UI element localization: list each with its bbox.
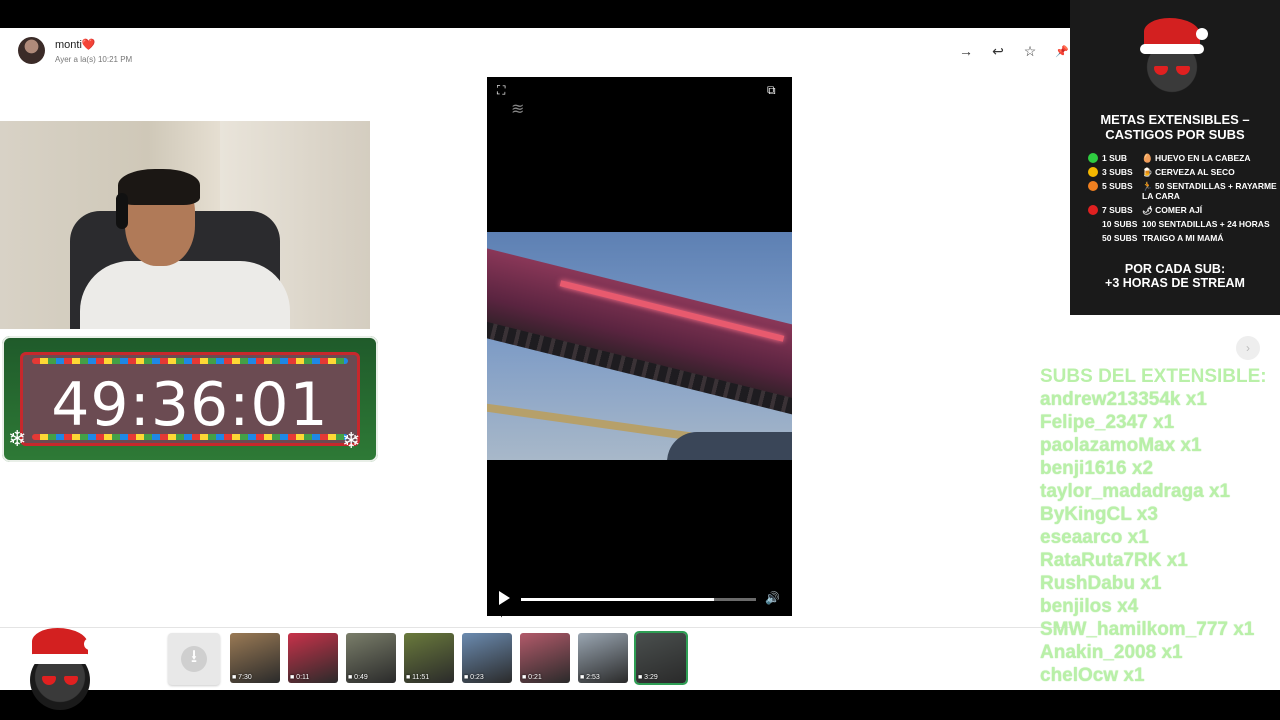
sub-entry: eseaarco x1 bbox=[1040, 527, 1149, 548]
sub-entry: RataRuta7RK x1 bbox=[1040, 550, 1188, 571]
seek-progress bbox=[521, 598, 714, 601]
sub-entry: SMW_hamilkom_777 x1 bbox=[1040, 619, 1255, 640]
mascot-logo bbox=[1140, 18, 1208, 100]
forward-icon[interactable]: → bbox=[956, 42, 976, 60]
message-sender[interactable]: monti❤️ Ayer a la(s) 10:21 PM bbox=[18, 37, 132, 64]
video-thumbnail[interactable]: ■ 3:29 bbox=[634, 631, 688, 685]
video-thumbnail[interactable]: ■ 0:11 bbox=[288, 633, 338, 683]
panel-title-line: CASTIGOS POR SUBS bbox=[1105, 127, 1245, 142]
sender-name: monti❤️ bbox=[55, 38, 96, 51]
avatar[interactable] bbox=[18, 37, 45, 64]
goal-dot-icon bbox=[1088, 205, 1098, 215]
thumbnail-duration: ■ 2:53 bbox=[580, 674, 600, 681]
goal-subs: 7 SUBS bbox=[1102, 205, 1133, 215]
sub-entry: RushDabu x1 bbox=[1040, 573, 1162, 594]
sub-entry: taylor_madadraga x1 bbox=[1040, 481, 1231, 502]
sub-entry: Felipe_2347 x1 bbox=[1040, 412, 1175, 433]
thumbnail-duration: ■ 0:49 bbox=[348, 674, 368, 681]
thumbnail-strip: ⭳ ■ 7:30 ■ 0:11 ■ 0:49 ■ 11:51 ■ 0:23 ■ 0:21 ■… bbox=[168, 631, 688, 685]
video-thumbnail[interactable]: ■ 11:51 bbox=[404, 633, 454, 683]
snowflake-icon: ❄ bbox=[8, 426, 27, 451]
goal-subs: 10 SUBS bbox=[1102, 219, 1138, 229]
stream-timer: 49:36:01 ❄ ❄ bbox=[2, 336, 378, 462]
fullscreen-icon[interactable]: ⛶ bbox=[497, 83, 505, 98]
goal-item: 1 SUB 🥚 HUEVO EN LA CABEZA bbox=[1088, 153, 1278, 163]
video-frame bbox=[487, 232, 792, 460]
mascot-logo bbox=[28, 628, 96, 710]
star-icon[interactable]: ☆ bbox=[1020, 42, 1040, 60]
panel-footer-line: +3 HORAS DE STREAM bbox=[1105, 276, 1245, 290]
subs-list: SUBS DEL EXTENSIBLE: andrew213354k x1 Fel… bbox=[1040, 365, 1280, 687]
goal-item: 50 SUBS TRAIGO A MI MAMÁ bbox=[1088, 233, 1278, 243]
thumbnail-duration: ■ 0:21 bbox=[522, 674, 542, 681]
goal-description: 🍺 CERVEZA AL SECO bbox=[1142, 167, 1235, 177]
goal-description: 🏃 50 SENTADILLAS + RAYARME LA CARA bbox=[1142, 181, 1277, 201]
popout-icon[interactable]: ⧉ bbox=[767, 83, 776, 98]
thumbnail-duration: ■ 7:30 bbox=[232, 674, 252, 681]
sub-entry: benji1616 x2 bbox=[1040, 458, 1154, 479]
message-timestamp: Ayer a la(s) 10:21 PM bbox=[55, 54, 133, 64]
volume-icon[interactable]: 🔊 bbox=[765, 591, 780, 605]
seek-bar[interactable] bbox=[521, 598, 756, 601]
capcut-logo-icon: ≋ bbox=[511, 101, 525, 118]
goal-subs: 3 SUBS bbox=[1102, 167, 1133, 177]
goal-dot-icon bbox=[1088, 181, 1098, 191]
goal-subs: 1 SUB bbox=[1102, 153, 1128, 163]
thumbnail-duration: ■ 3:29 bbox=[638, 674, 658, 681]
video-thumbnail[interactable]: ■ 7:30 bbox=[230, 633, 280, 683]
next-button[interactable]: › bbox=[1236, 336, 1260, 360]
bottom-bar bbox=[0, 690, 1280, 720]
goal-dot-icon bbox=[1088, 233, 1098, 243]
goal-description: 🌶 COMER AJÍ bbox=[1142, 205, 1203, 215]
viewer-toolbar: → ↩ ☆ 📌 bbox=[956, 42, 1072, 60]
video-player[interactable]: ⛶ ⧉ ≋ 🔊 bbox=[487, 77, 792, 616]
video-thumbnail[interactable]: ■ 0:49 bbox=[346, 633, 396, 683]
video-thumbnail[interactable]: ■ 2:53 bbox=[578, 633, 628, 683]
goal-item: 3 SUBS 🍺 CERVEZA AL SECO bbox=[1088, 167, 1278, 177]
goal-item: 10 SUBS 100 SENTADILLAS + 24 HORAS bbox=[1088, 219, 1278, 229]
sub-entry: chelOcw x1 bbox=[1040, 665, 1145, 686]
thumbnail-duration: ■ 11:51 bbox=[406, 674, 430, 681]
goals-panel: METAS EXTENSIBLES – CASTIGOS POR SUBS 1 … bbox=[1070, 0, 1280, 315]
sub-entry: Anakin_2008 x1 bbox=[1040, 642, 1183, 663]
download-button[interactable]: ⭳ bbox=[168, 633, 220, 685]
panel-title-line: METAS EXTENSIBLES – bbox=[1100, 112, 1250, 127]
goal-dot-icon bbox=[1088, 167, 1098, 177]
panel-footer-line: POR CADA SUB: bbox=[1124, 262, 1226, 276]
panel-footer: POR CADA SUB: +3 HORAS DE STREAM bbox=[1070, 262, 1280, 290]
goals-list: 1 SUB 🥚 HUEVO EN LA CABEZA 3 SUBS 🍺 CERVEZA… bbox=[1088, 153, 1278, 247]
video-thumbnail[interactable]: ■ 0:21 bbox=[520, 633, 570, 683]
goal-subs: 5 SUBS bbox=[1102, 181, 1133, 191]
sub-entry: ByKingCL x3 bbox=[1040, 504, 1158, 525]
goal-description: 🥚 HUEVO EN LA CABEZA bbox=[1142, 153, 1251, 163]
video-thumbnail[interactable]: ■ 0:23 bbox=[462, 633, 512, 683]
video-controls: 🔊 bbox=[487, 589, 792, 611]
subs-list-title: SUBS DEL EXTENSIBLE: bbox=[1040, 366, 1267, 387]
goal-dot-icon bbox=[1088, 153, 1098, 163]
divider bbox=[0, 627, 1070, 628]
webcam-overlay bbox=[0, 121, 370, 329]
timer-value: 49:36:01 bbox=[51, 370, 329, 440]
goal-description: TRAIGO A MI MAMÁ bbox=[1142, 233, 1224, 243]
reply-icon[interactable]: ↩ bbox=[988, 42, 1008, 60]
sub-entry: paolazamoMax x1 bbox=[1040, 435, 1202, 456]
goal-dot-icon bbox=[1088, 219, 1098, 229]
thumbnail-duration: ■ 0:11 bbox=[290, 674, 310, 681]
goal-item: 5 SUBS 🏃 50 SENTADILLAS + RAYARME LA CARA bbox=[1088, 181, 1278, 201]
snowflake-icon: ❄ bbox=[342, 428, 361, 453]
goal-description: 100 SENTADILLAS + 24 HORAS bbox=[1142, 219, 1270, 229]
pin-icon[interactable]: 📌 bbox=[1052, 42, 1072, 60]
goal-subs: 50 SUBS bbox=[1102, 233, 1138, 243]
goal-item: 7 SUBS 🌶 COMER AJÍ bbox=[1088, 205, 1278, 215]
download-icon: ⭳ bbox=[181, 646, 207, 672]
panel-title: METAS EXTENSIBLES – CASTIGOS POR SUBS bbox=[1070, 112, 1280, 142]
sub-entry: benjilos x4 bbox=[1040, 596, 1139, 617]
thumbnail-duration: ■ 0:23 bbox=[464, 674, 484, 681]
sub-entry: andrew213354k x1 bbox=[1040, 389, 1207, 410]
